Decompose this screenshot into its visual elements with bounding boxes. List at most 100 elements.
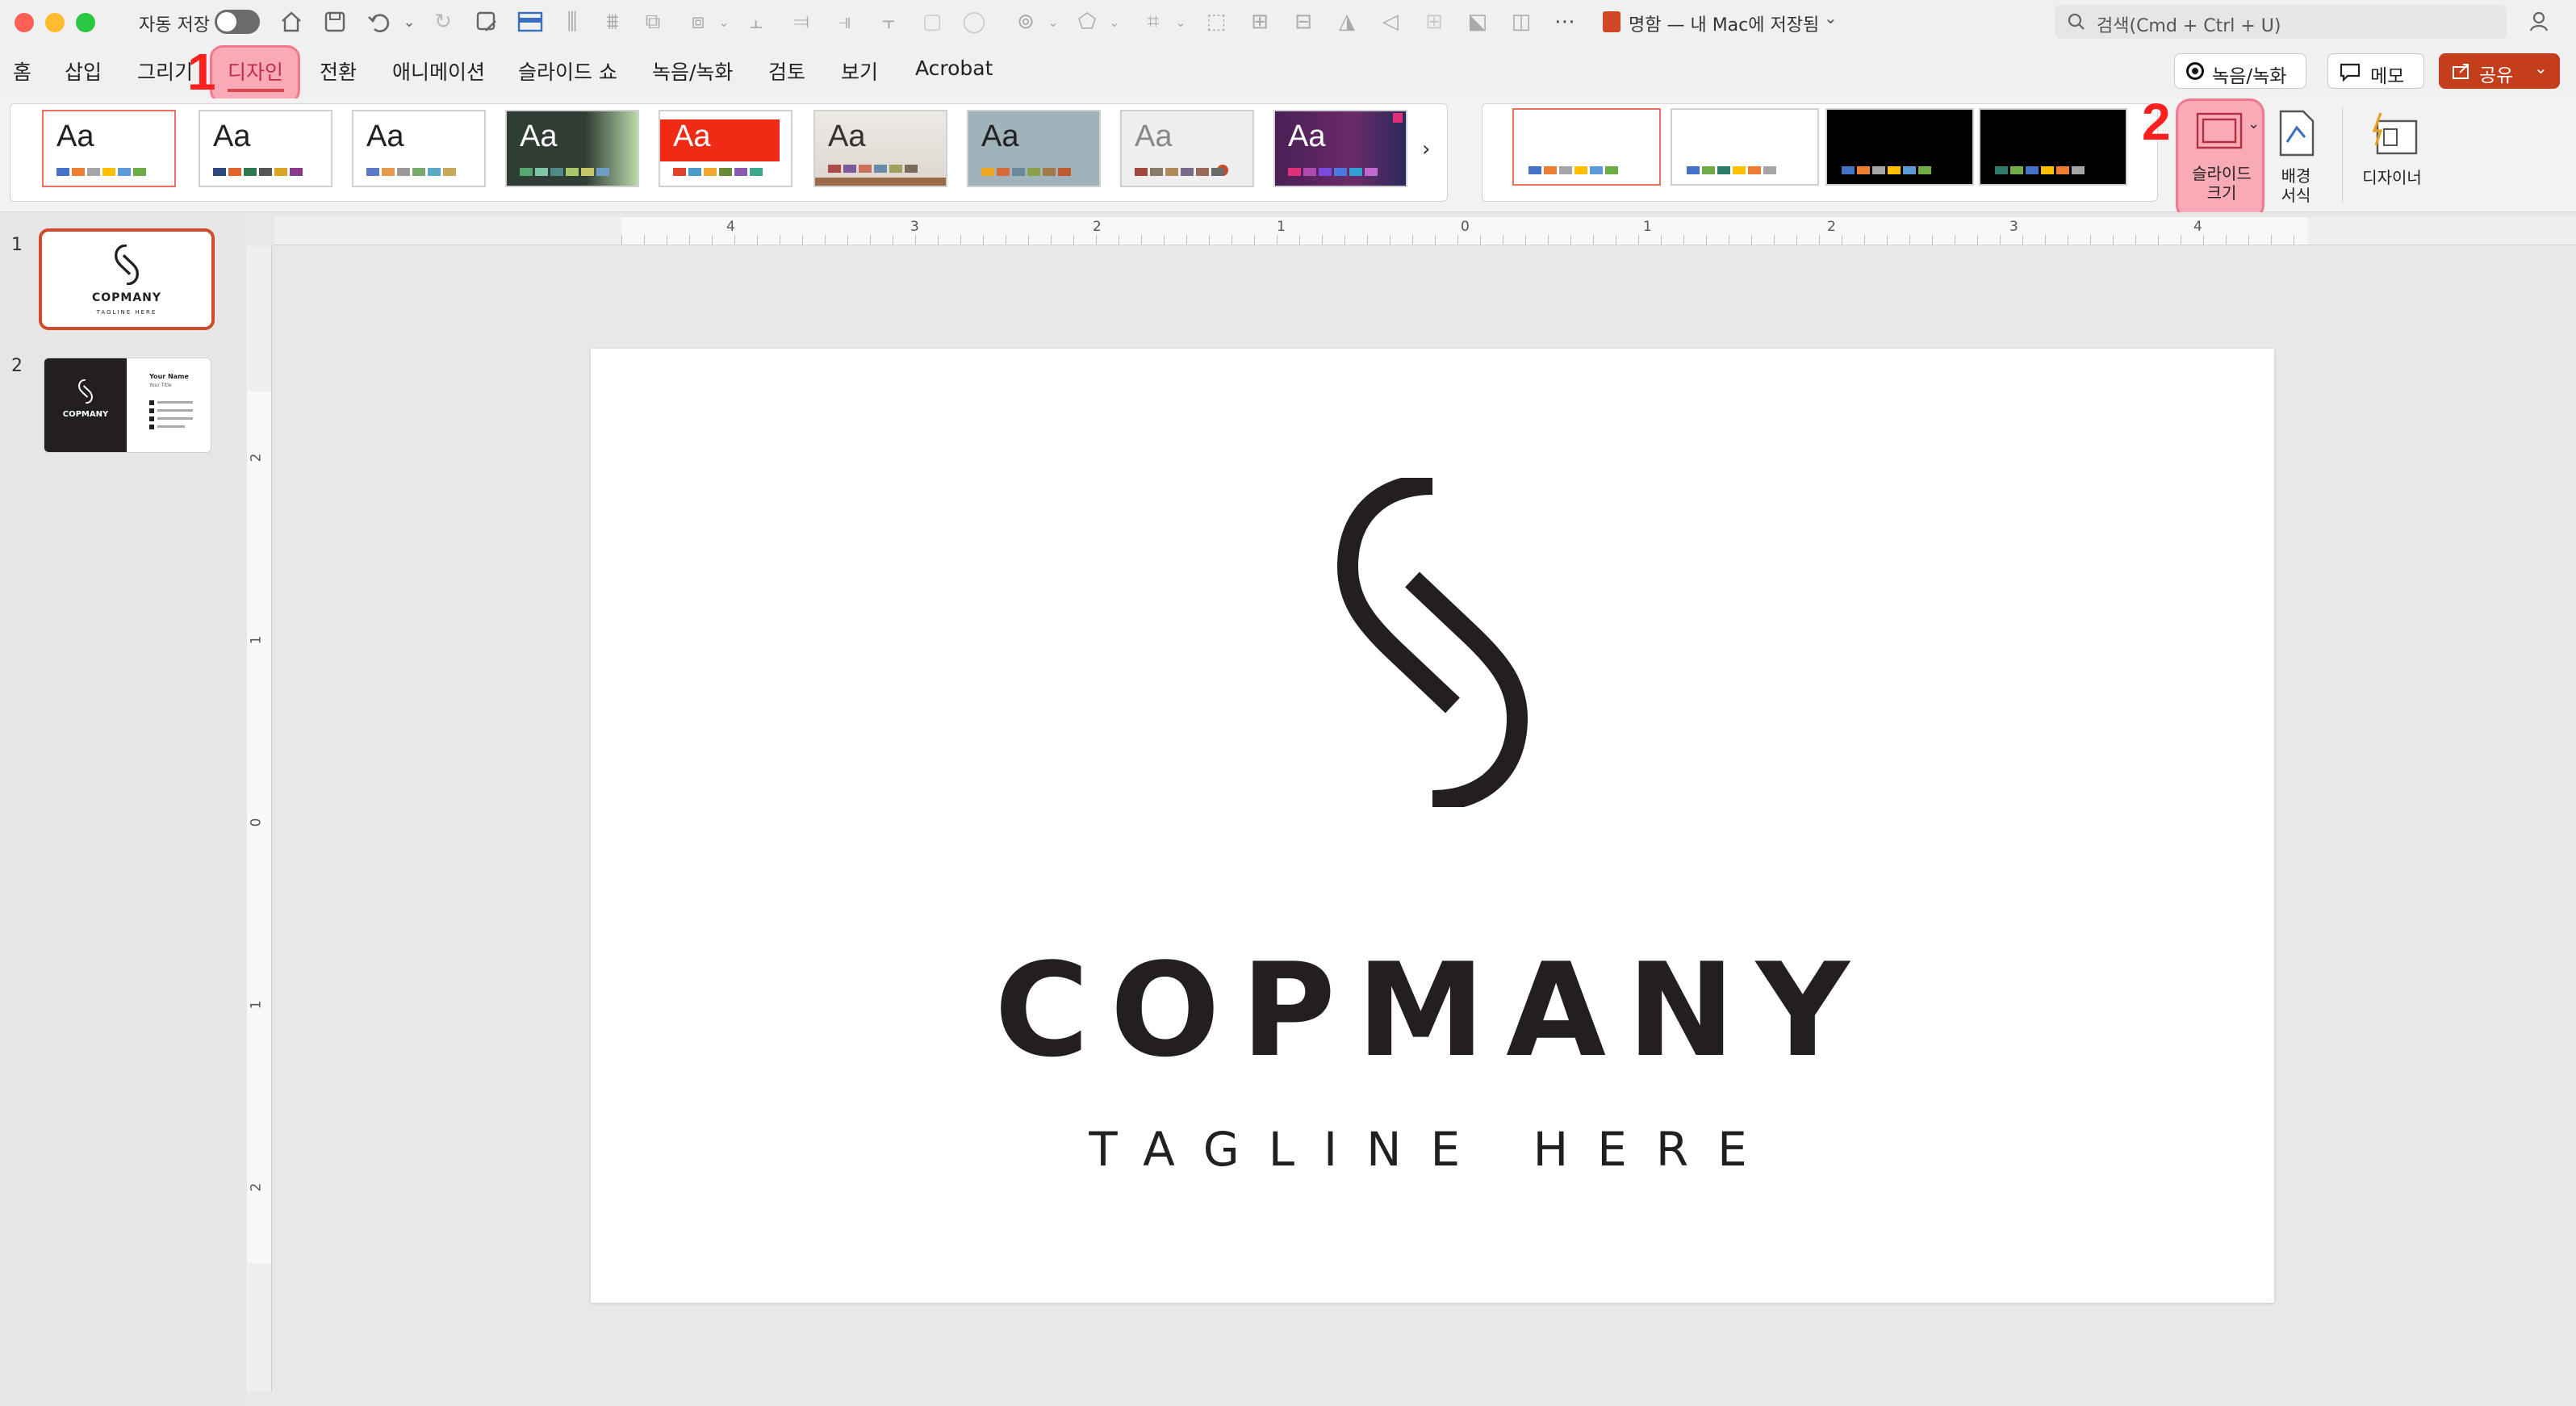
- layout-icon[interactable]: [516, 8, 544, 36]
- designer-button[interactable]: 디자이너: [2356, 107, 2428, 211]
- variant-4[interactable]: [1979, 108, 2127, 186]
- ruler-mark: 0: [1461, 219, 1470, 235]
- redo-icon[interactable]: ↻: [429, 8, 457, 36]
- table-icon[interactable]: ⊞: [1246, 8, 1273, 36]
- theme-office[interactable]: Aa: [42, 110, 176, 187]
- thumb-contact-icon: [149, 416, 154, 421]
- align-left-icon[interactable]: ⫣: [831, 8, 859, 36]
- company-logo[interactable]: [1307, 478, 1558, 807]
- zoom-window-button[interactable]: [76, 13, 95, 32]
- search-box[interactable]: 검색(Cmd + Ctrl + U): [2055, 5, 2507, 39]
- edit-dropdown-icon[interactable]: ⌄: [1101, 8, 1128, 36]
- more-icon[interactable]: ⋯: [1551, 8, 1579, 36]
- grid-icon[interactable]: ⊟: [1290, 8, 1317, 36]
- tab-slideshow[interactable]: 슬라이드 쇼: [518, 56, 617, 86]
- tab-review[interactable]: 검토: [768, 56, 805, 86]
- share-button[interactable]: 공유 ⌄: [2439, 53, 2560, 89]
- tab-animations[interactable]: 애니메이션: [392, 56, 485, 86]
- slide-number-1: 1: [11, 235, 23, 255]
- theme-3[interactable]: Aa: [352, 110, 486, 187]
- variant-2[interactable]: [1671, 108, 1819, 186]
- save-icon[interactable]: [321, 8, 349, 36]
- group-icon[interactable]: ⧉: [639, 8, 667, 36]
- powerpoint-doc-icon: [1603, 11, 1620, 32]
- ruler-mark: 4: [726, 219, 735, 235]
- slide-thumbnail-2[interactable]: COPMANY Your Name Your Title: [44, 358, 211, 453]
- home-icon[interactable]: [278, 8, 305, 36]
- align-top-icon[interactable]: ⫟: [875, 8, 902, 36]
- edit-points-icon[interactable]: ⬠: [1073, 8, 1101, 36]
- autosave-toggle[interactable]: [215, 10, 260, 34]
- merge-dropdown-icon[interactable]: ⌄: [1039, 8, 1067, 36]
- slide-thumbnail-1[interactable]: COPMANY TAGLINE HERE: [39, 228, 215, 330]
- document-title[interactable]: 명함 — 내 Mac에 저장됨: [1629, 10, 1819, 36]
- thumb-contact-line: [157, 401, 193, 404]
- account-icon[interactable]: [2528, 8, 2555, 36]
- crop-image-icon[interactable]: ⬕: [1464, 8, 1491, 36]
- flip-icon[interactable]: ◮: [1333, 8, 1361, 36]
- tab-record[interactable]: 녹음/녹화: [652, 56, 733, 86]
- undo-icon[interactable]: [365, 8, 392, 36]
- ruler-mark: 3: [2009, 219, 2018, 235]
- align-right-icon[interactable]: ⫤: [788, 8, 815, 36]
- ruler-mark: 1: [248, 635, 265, 645]
- tab-home[interactable]: 홈: [13, 56, 31, 86]
- tagline[interactable]: TAGLINE HERE: [591, 1122, 2274, 1177]
- shape-merge-icon[interactable]: ⊚: [1012, 8, 1039, 36]
- slide-thumbnail-panel: 1 COPMANY TAGLINE HERE 2 COPMANY Your Na…: [0, 212, 243, 1406]
- slide-size-dropdown-icon: ⌄: [2248, 115, 2260, 132]
- theme-9[interactable]: Aa: [1273, 110, 1407, 187]
- align-center-icon[interactable]: ⫼: [558, 8, 586, 36]
- theme-6[interactable]: Aa: [813, 110, 947, 187]
- thumb-title-2: Your Title: [149, 383, 172, 388]
- thumb-logo-2: [78, 379, 93, 404]
- thumb-contact-icon: [149, 408, 154, 413]
- autosave-label: 자동 저장: [139, 15, 210, 36]
- memo-button[interactable]: 메모: [2327, 53, 2424, 89]
- ungroup-icon[interactable]: ⧈: [684, 8, 712, 36]
- record-button[interactable]: 녹음/녹화: [2174, 53, 2306, 89]
- send-backward-icon[interactable]: ◁: [1377, 8, 1404, 36]
- tab-acrobat[interactable]: Acrobat: [915, 56, 993, 80]
- tab-insert[interactable]: 삽입: [65, 56, 102, 86]
- variant-3[interactable]: [1825, 108, 1974, 186]
- undo-dropdown-icon[interactable]: ⌄: [395, 8, 423, 36]
- theme-8[interactable]: Aa: [1120, 110, 1254, 187]
- ruler-mark: 2: [248, 453, 265, 462]
- tab-draw[interactable]: 그리기: [137, 56, 193, 86]
- thumb-contact-line: [157, 417, 193, 420]
- format-background-button[interactable]: 배경 서식: [2269, 107, 2323, 211]
- shape-oval-icon[interactable]: ◯: [960, 8, 988, 36]
- crop-icon[interactable]: ⌗: [1140, 8, 1167, 36]
- tab-transitions[interactable]: 전환: [320, 56, 357, 86]
- close-window-button[interactable]: [15, 13, 34, 32]
- thumb-company-2: COPMANY: [62, 410, 109, 419]
- minimize-window-button[interactable]: [45, 13, 65, 32]
- tab-view[interactable]: 보기: [841, 56, 878, 86]
- slide-canvas[interactable]: COPMANY TAGLINE HERE: [591, 349, 2274, 1303]
- theme-7[interactable]: Aa: [967, 110, 1101, 187]
- align-bottom-icon[interactable]: ⫠: [742, 8, 770, 36]
- table-grid-icon[interactable]: ⊞: [1420, 8, 1448, 36]
- format-background-label: 배경 서식: [2281, 166, 2311, 205]
- thumb-contact-icon: [149, 400, 154, 405]
- crop-dropdown-icon[interactable]: ⌄: [1167, 8, 1194, 36]
- themes-scroll-right-icon[interactable]: ›: [1422, 137, 1430, 161]
- theme-5[interactable]: Aa: [659, 110, 792, 187]
- columns-icon[interactable]: ◫: [1508, 8, 1535, 36]
- horizontal-ruler[interactable]: 4 3 2 1 0 1 2 3 4: [274, 217, 2576, 245]
- vertical-ruler[interactable]: 2 1 0 1 2: [247, 246, 272, 1392]
- slide-size-button[interactable]: ⌄ 슬라이드 크기: [2176, 98, 2264, 220]
- theme-2[interactable]: Aa: [199, 110, 332, 187]
- shape-rect-icon[interactable]: ▢: [918, 8, 946, 36]
- variant-1[interactable]: [1512, 108, 1661, 186]
- save-as-icon[interactable]: [473, 8, 500, 36]
- theme-4[interactable]: Aa: [505, 110, 639, 187]
- selection-pane-icon[interactable]: ⬚: [1202, 8, 1230, 36]
- thumb-logo-1: [115, 245, 139, 285]
- tab-design[interactable]: 디자인: [228, 56, 283, 86]
- align-middle-icon[interactable]: ⩩: [599, 8, 626, 36]
- company-name[interactable]: COPMANY: [591, 946, 2274, 1075]
- title-dropdown-icon[interactable]: ⌄: [1824, 8, 1838, 27]
- dropdown-icon[interactable]: ⌄: [710, 8, 738, 36]
